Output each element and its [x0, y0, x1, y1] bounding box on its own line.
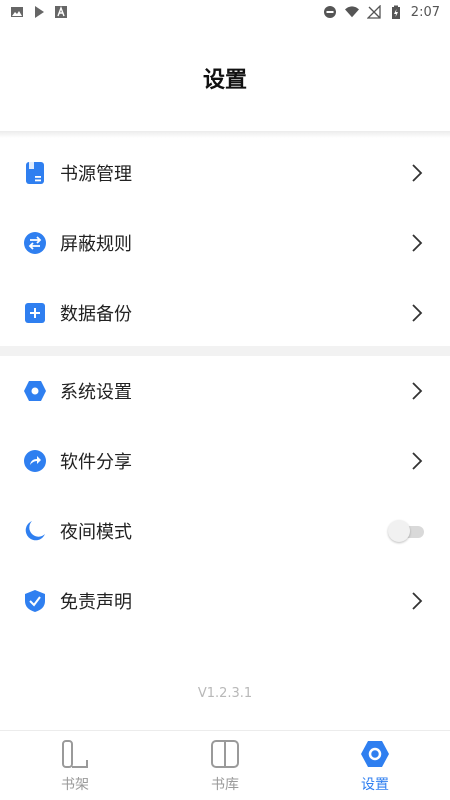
swap-icon — [22, 230, 48, 256]
list-item-book-source[interactable]: 书源管理 — [0, 138, 450, 208]
hexagon-gear-icon — [22, 378, 48, 404]
tab-label: 书库 — [211, 776, 239, 793]
header-divider — [0, 131, 450, 138]
night-mode-toggle[interactable] — [388, 520, 426, 542]
tab-settings[interactable]: 设置 — [300, 731, 450, 800]
page-header: 设置 — [0, 24, 450, 132]
bookshelf-icon — [59, 738, 91, 770]
tab-label: 书架 — [61, 776, 89, 793]
bottom-tab-bar: 书架 书库 设置 — [0, 730, 450, 800]
list-item-block-rules[interactable]: 屏蔽规则 — [0, 208, 450, 278]
share-icon — [22, 448, 48, 474]
chevron-right-icon — [410, 451, 424, 471]
do-not-disturb-icon — [323, 5, 337, 19]
settings-group-2: 系统设置 软件分享 夜间模式 免责声明 — [0, 356, 450, 636]
list-item-label: 书源管理 — [60, 164, 132, 185]
list-item-label: 免责声明 — [60, 592, 132, 613]
chevron-right-icon — [410, 303, 424, 323]
chevron-right-icon — [410, 381, 424, 401]
font-notification-icon — [54, 5, 68, 19]
chevron-right-icon — [410, 233, 424, 253]
no-signal-icon — [366, 5, 381, 19]
plus-box-icon — [22, 300, 48, 326]
list-item-label: 软件分享 — [60, 452, 132, 473]
play-store-icon — [32, 5, 46, 19]
book-source-icon — [22, 160, 48, 186]
list-item-label: 夜间模式 — [60, 522, 132, 543]
tab-bookshelf[interactable]: 书架 — [0, 731, 150, 800]
image-notification-icon — [10, 5, 24, 19]
list-item-label: 屏蔽规则 — [60, 234, 132, 255]
tab-label: 设置 — [361, 776, 389, 793]
section-divider — [0, 346, 450, 356]
app-version: V1.2.3.1 — [197, 686, 253, 701]
library-icon — [209, 738, 241, 770]
battery-charging-icon — [389, 5, 403, 19]
page-title: 设置 — [202, 68, 247, 93]
list-item-label: 数据备份 — [60, 304, 132, 325]
list-item-disclaimer[interactable]: 免责声明 — [0, 566, 450, 636]
list-item-system-settings[interactable]: 系统设置 — [0, 356, 450, 426]
settings-icon — [359, 738, 391, 770]
status-time: 2:07 — [410, 4, 440, 20]
wifi-icon — [344, 5, 359, 19]
moon-icon — [22, 518, 48, 544]
list-item-data-backup[interactable]: 数据备份 — [0, 278, 450, 348]
tab-library[interactable]: 书库 — [150, 731, 300, 800]
status-bar: 2:07 — [0, 0, 450, 24]
chevron-right-icon — [410, 591, 424, 611]
shield-check-icon — [22, 588, 48, 614]
list-item-label: 系统设置 — [60, 382, 132, 403]
chevron-right-icon — [410, 163, 424, 183]
settings-group-1: 书源管理 屏蔽规则 数据备份 — [0, 138, 450, 348]
list-item-night-mode: 夜间模式 — [0, 496, 450, 566]
toggle-knob — [388, 520, 410, 542]
list-item-share-app[interactable]: 软件分享 — [0, 426, 450, 496]
